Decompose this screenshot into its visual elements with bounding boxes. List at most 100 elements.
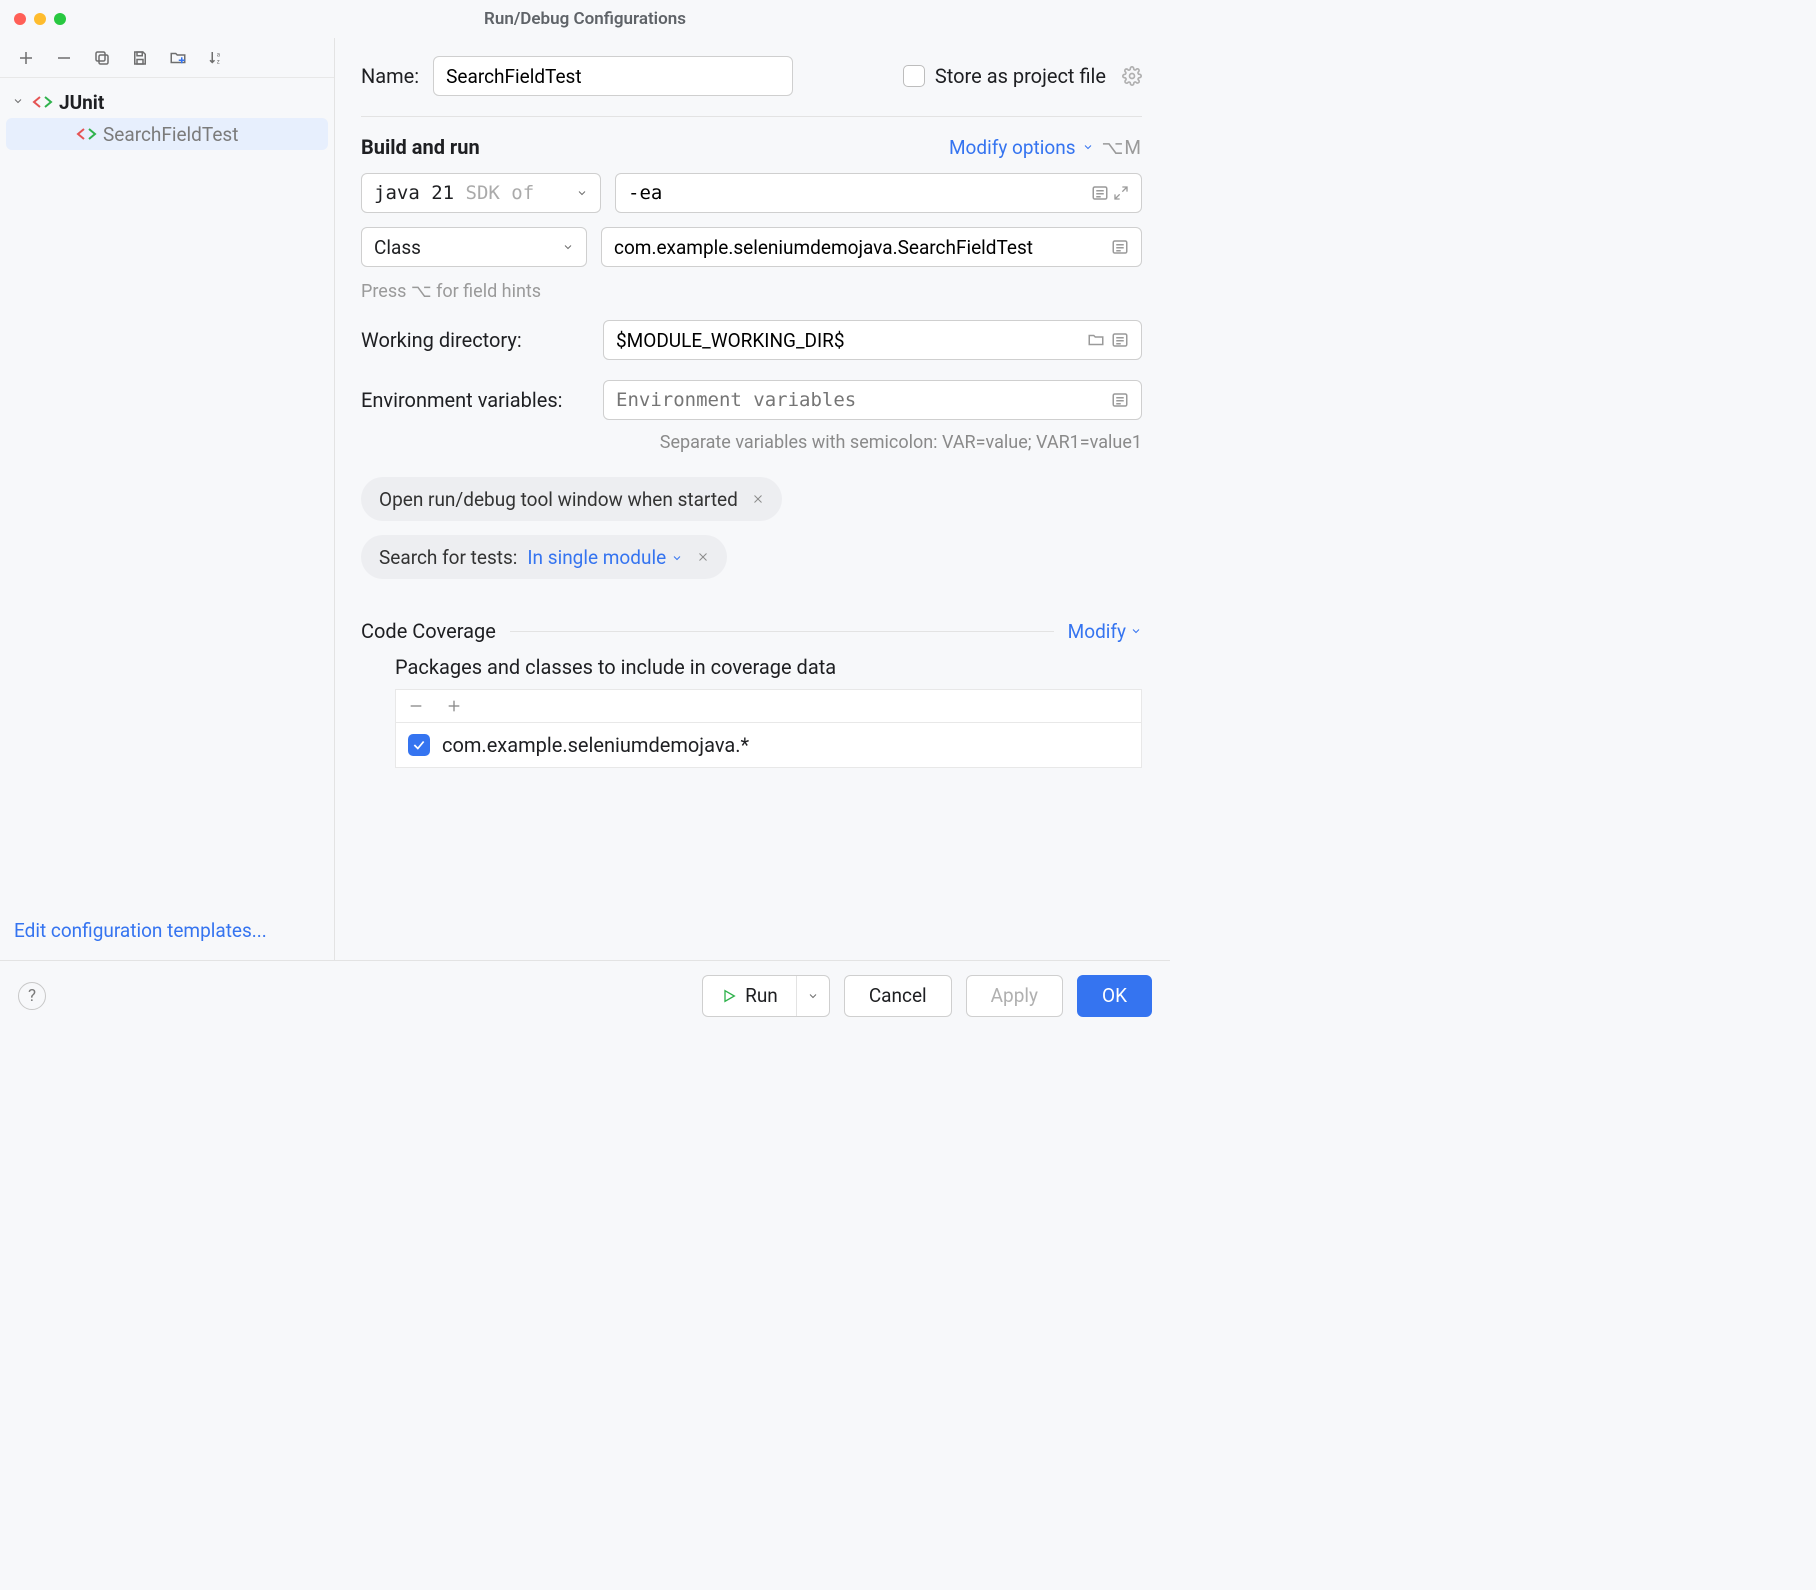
modify-options-link[interactable]: Modify options	[949, 136, 1094, 159]
field-hints: Press ⌥ for field hints	[361, 281, 1142, 302]
ok-button[interactable]: OK	[1077, 975, 1152, 1017]
folder-config-icon[interactable]	[168, 48, 188, 68]
chips-row: Open run/debug tool window when started …	[361, 477, 1142, 593]
sdk-value: java 21	[374, 182, 454, 204]
body: az JUnit	[0, 38, 1170, 960]
coverage-checkbox[interactable]	[408, 734, 430, 756]
chip-label: Open run/debug tool window when started	[379, 488, 738, 511]
tree-node-junit[interactable]: JUnit	[6, 86, 328, 118]
vm-options-field[interactable]	[628, 182, 1085, 204]
window-title: Run/Debug Configurations	[0, 9, 1170, 29]
section-title: Build and run	[361, 135, 480, 159]
coverage-item[interactable]: com.example.seleniumdemojava.*	[395, 722, 1142, 768]
chip-search-tests[interactable]: Search for tests: In single module	[361, 535, 727, 579]
name-row: Name: Store as project file	[361, 56, 1142, 96]
close-window-button[interactable]	[14, 13, 26, 25]
coverage-toolbar	[395, 689, 1142, 722]
sdk-suffix: SDK of	[466, 182, 535, 204]
add-config-icon[interactable]	[16, 48, 36, 68]
close-icon[interactable]	[697, 551, 709, 563]
class-field[interactable]	[614, 236, 1105, 259]
close-icon[interactable]	[752, 493, 764, 505]
tree-label: SearchFieldTest	[103, 123, 238, 146]
list-icon[interactable]	[1111, 238, 1129, 256]
tree-label: JUnit	[59, 91, 104, 114]
folder-icon[interactable]	[1087, 331, 1105, 349]
remove-config-icon[interactable]	[54, 48, 74, 68]
expand-icon[interactable]	[1113, 185, 1129, 201]
content: Name: Store as project file Build and ru…	[335, 38, 1170, 960]
footer: ? Run Cancel Apply OK	[0, 960, 1170, 1030]
section-build-run: Build and run Modify options ⌥M	[361, 135, 1142, 159]
run-dropdown[interactable]	[797, 990, 829, 1002]
sdk-select[interactable]: java 21 SDK of	[361, 173, 601, 213]
env-field[interactable]	[616, 389, 1105, 411]
chip-open-tool-window[interactable]: Open run/debug tool window when started	[361, 477, 782, 521]
edit-templates-link[interactable]: Edit configuration templates...	[0, 907, 334, 960]
junit-icon	[32, 95, 53, 109]
chip-label: Search for tests:	[379, 546, 517, 569]
chip-search-value[interactable]: In single module	[527, 546, 682, 569]
minimize-window-button[interactable]	[34, 13, 46, 25]
list-icon[interactable]	[1091, 184, 1109, 202]
list-icon[interactable]	[1111, 331, 1129, 349]
sdk-row: java 21 SDK of	[361, 173, 1142, 213]
store-row: Store as project file	[903, 64, 1142, 88]
coverage-subtitle: Packages and classes to include in cover…	[395, 655, 1142, 679]
scope-select[interactable]: Class	[361, 227, 587, 267]
tree-node-searchfieldtest[interactable]: SearchFieldTest	[6, 118, 328, 150]
divider	[510, 631, 1054, 632]
wd-label: Working directory:	[361, 328, 589, 352]
chevron-down-icon	[576, 187, 588, 199]
coverage-modify-link[interactable]: Modify	[1068, 620, 1142, 643]
name-input-field[interactable]	[446, 65, 780, 88]
sort-config-icon[interactable]: az	[206, 48, 226, 68]
play-icon	[721, 988, 737, 1004]
traffic-lights	[14, 13, 66, 25]
wd-row: Working directory:	[361, 320, 1142, 360]
save-config-icon[interactable]	[130, 48, 150, 68]
vm-options-input[interactable]	[615, 173, 1142, 213]
env-input[interactable]	[603, 380, 1142, 420]
add-item-icon[interactable]	[444, 696, 464, 716]
modify-shortcut: ⌥M	[1102, 136, 1142, 159]
divider	[361, 116, 1142, 117]
gear-icon[interactable]	[1122, 66, 1142, 86]
coverage-item-text: com.example.seleniumdemojava.*	[442, 733, 749, 757]
apply-button[interactable]: Apply	[966, 975, 1063, 1017]
coverage-title: Code Coverage	[361, 619, 496, 643]
store-checkbox[interactable]	[903, 65, 925, 87]
modify-options-label: Modify options	[949, 136, 1076, 159]
coverage-modify-label: Modify	[1068, 620, 1126, 643]
chevron-down-icon	[562, 241, 574, 253]
wd-input[interactable]	[603, 320, 1142, 360]
env-row: Environment variables:	[361, 380, 1142, 420]
help-button[interactable]: ?	[18, 982, 46, 1010]
window: Run/Debug Configurations	[0, 0, 1170, 1030]
store-label: Store as project file	[935, 64, 1106, 88]
sidebar-toolbar: az	[0, 38, 334, 78]
name-label: Name:	[361, 64, 419, 88]
test-icon	[76, 127, 97, 141]
maximize-window-button[interactable]	[54, 13, 66, 25]
chip-search-value-text: In single module	[527, 546, 666, 569]
list-icon[interactable]	[1111, 391, 1129, 409]
wd-field[interactable]	[616, 329, 1081, 352]
svg-text:z: z	[217, 58, 220, 65]
remove-item-icon[interactable]	[406, 696, 426, 716]
env-label: Environment variables:	[361, 388, 589, 412]
name-input[interactable]	[433, 56, 793, 96]
svg-text:a: a	[217, 51, 220, 58]
class-input[interactable]	[601, 227, 1142, 267]
scope-value: Class	[374, 236, 421, 259]
env-hint: Separate variables with semicolon: VAR=v…	[361, 432, 1142, 453]
run-label: Run	[745, 984, 778, 1007]
titlebar: Run/Debug Configurations	[0, 0, 1170, 38]
cancel-button[interactable]: Cancel	[844, 975, 952, 1017]
class-row: Class	[361, 227, 1142, 267]
section-coverage: Code Coverage Modify	[361, 619, 1142, 643]
sidebar: az JUnit	[0, 38, 335, 960]
chevron-down-icon	[12, 95, 26, 109]
run-button[interactable]: Run	[702, 975, 830, 1017]
copy-config-icon[interactable]	[92, 48, 112, 68]
